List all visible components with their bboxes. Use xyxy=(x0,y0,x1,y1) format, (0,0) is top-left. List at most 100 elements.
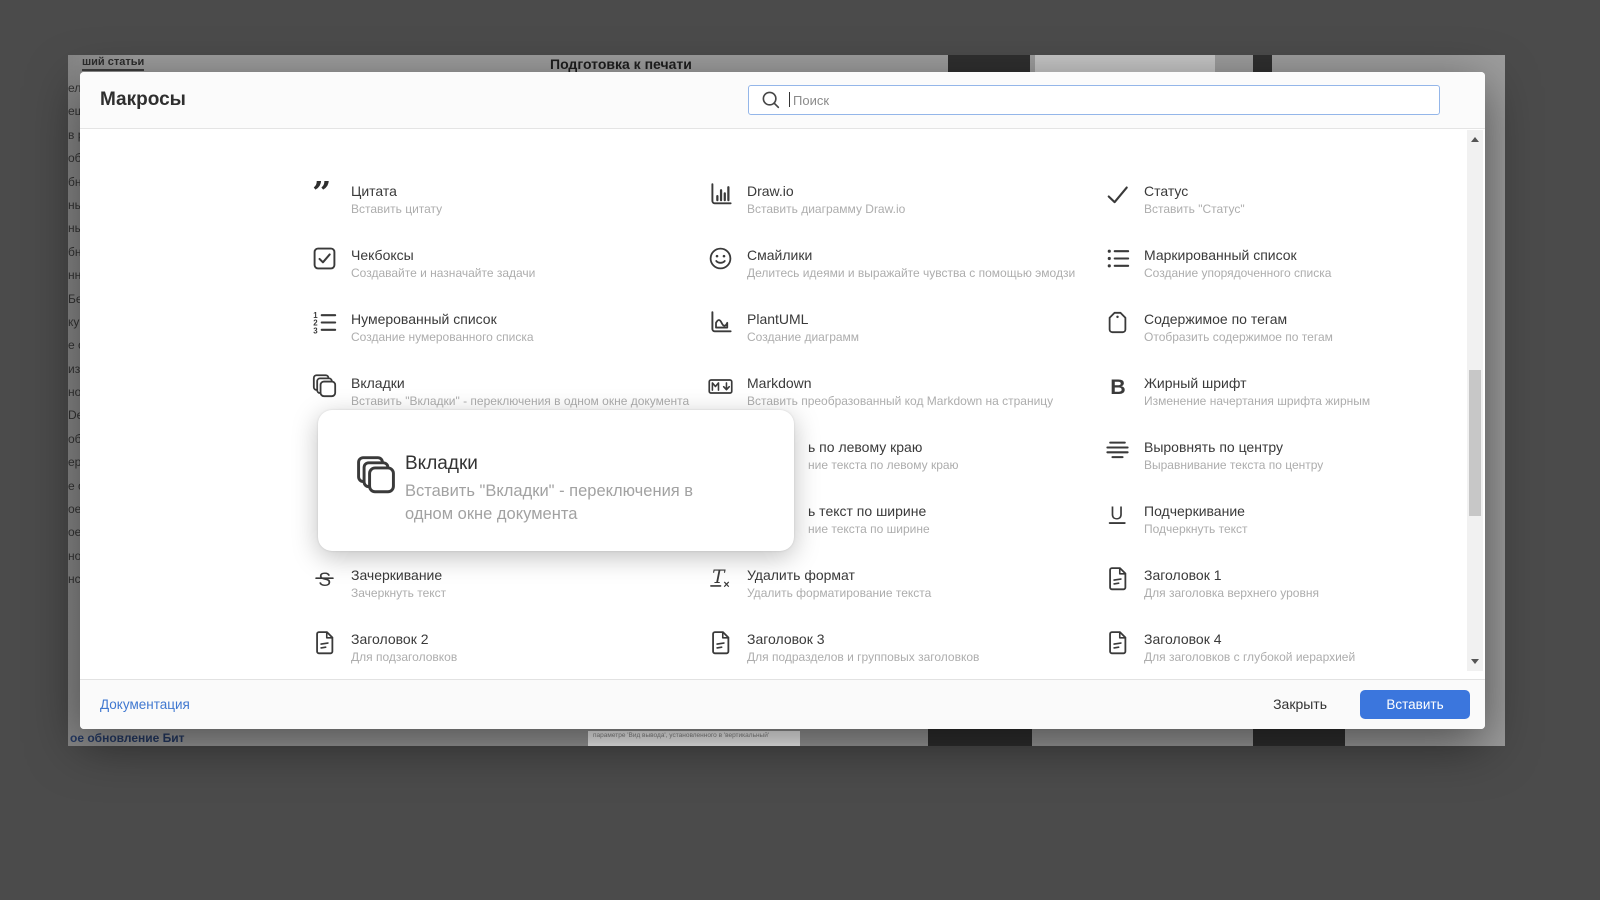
macro-item-tabs[interactable]: Вкладки Вставить "Вкладки" - переключения… xyxy=(311,373,691,409)
underline-icon: U xyxy=(1104,501,1131,528)
macro-desc: Для подзаголовков xyxy=(351,650,458,664)
svg-text:×: × xyxy=(723,579,729,591)
bullet-list-icon xyxy=(1104,245,1131,272)
insert-button[interactable]: Вставить xyxy=(1360,690,1470,719)
macro-title: Цитата xyxy=(351,183,397,199)
macro-title: Содержимое по тегам xyxy=(1144,311,1288,327)
macro-item-heading-1[interactable]: Заголовок 1 Для заголовка верхнего уровня xyxy=(1104,567,1484,601)
macro-desc: Вставить диаграмму Draw.io xyxy=(747,202,906,216)
macro-title: Вкладки xyxy=(351,375,405,391)
macro-title: Подчеркивание xyxy=(1144,503,1245,519)
macro-item-clear-format[interactable]: T × Удалить формат Удалить форматирование … xyxy=(707,567,1087,601)
scrollbar-down-arrow-icon[interactable] xyxy=(1467,653,1483,669)
backdrop-bottom-strip: ое обновление Бит параметре 'Вид вывода'… xyxy=(68,729,1505,746)
svg-text:B: B xyxy=(1110,375,1125,399)
macro-item-plantuml[interactable]: PlantUML Создание диаграмм xyxy=(707,311,1087,345)
backdrop-dark-block xyxy=(1253,55,1272,72)
tag-icon xyxy=(1104,309,1131,336)
macro-title: Нумерованный список xyxy=(351,311,497,327)
backdrop-light-block xyxy=(1035,55,1215,72)
tabs-icon xyxy=(311,373,338,400)
macro-item-markdown[interactable]: Markdown Вставить преобразованный код Mar… xyxy=(707,375,1087,409)
macro-desc: Для заголовка верхнего уровня xyxy=(1144,586,1319,600)
documentation-link[interactable]: Документация xyxy=(100,680,190,729)
backdrop-dark-block xyxy=(1253,729,1345,746)
scrollbar-thumb[interactable] xyxy=(1469,370,1481,516)
preview-title: Вкладки xyxy=(405,453,478,474)
macro-item-strikethrough[interactable]: S Зачеркивание Зачеркнуть текст xyxy=(311,567,691,601)
macro-desc: Вставить цитату xyxy=(351,202,443,216)
macro-item-content-by-tags[interactable]: Содержимое по тегам Отобразить содержимое… xyxy=(1104,311,1484,345)
macro-title: Заголовок 4 xyxy=(1144,631,1222,647)
backdrop-note-text: параметре 'Вид вывода', установленного в… xyxy=(593,732,770,739)
search-input[interactable] xyxy=(791,87,1425,113)
macro-item-checkboxes[interactable]: Чекбоксы Создавайте и назначайте задачи xyxy=(311,247,691,281)
macro-desc: Для подразделов и групповых заголовков xyxy=(747,650,980,664)
macro-item-heading-3[interactable]: Заголовок 3 Для подразделов и групповых з… xyxy=(707,631,1087,665)
checkbox-icon xyxy=(311,245,338,272)
macro-item-bold[interactable]: B Жирный шрифт Изменение начертания шрифт… xyxy=(1104,375,1484,409)
macro-title: Заголовок 2 xyxy=(351,631,429,647)
markdown-icon xyxy=(707,373,734,400)
macro-item-justify-partial[interactable]: ь текст по ширине ние текста по ширине xyxy=(808,503,930,537)
macro-item-quote[interactable]: ” Цитата Вставить цитату xyxy=(311,181,691,217)
macro-item-align-center[interactable]: Выровнять по центру Выравнивание текста п… xyxy=(1104,439,1484,473)
svg-text:U: U xyxy=(1110,504,1123,524)
backdrop-note-fragment: параметре 'Вид вывода', установленного в… xyxy=(588,731,800,746)
scrollbar-track[interactable] xyxy=(1467,130,1483,671)
bold-icon: B xyxy=(1104,373,1131,400)
macro-hover-preview: Вкладки Вставить "Вкладки" - переключени… xyxy=(318,410,794,551)
macro-item-heading-4[interactable]: Заголовок 4 Для заголовков с глубокой иер… xyxy=(1104,631,1484,665)
document-icon xyxy=(707,629,734,656)
document-icon xyxy=(311,629,338,656)
macro-desc: ние текста по ширине xyxy=(808,522,930,536)
dialog-footer: Документация Закрыть Вставить xyxy=(80,679,1485,729)
macro-item-numbered-list[interactable]: 123 Нумерованный список Создание нумерова… xyxy=(311,311,691,345)
macro-item-emoji[interactable]: Смайлики Делитесь идеями и выражайте чувс… xyxy=(707,247,1087,281)
align-center-icon xyxy=(1104,437,1131,464)
macro-title: Markdown xyxy=(747,375,812,391)
macro-item-underline[interactable]: U Подчеркивание Подчеркнуть текст xyxy=(1104,503,1484,537)
macro-title: Смайлики xyxy=(747,247,813,263)
macros-dialog: Макросы ” Цитата Вставить цитату Чекбоксы… xyxy=(80,72,1485,729)
macro-item-status[interactable]: Статус Вставить "Статус" xyxy=(1104,183,1484,217)
macro-title: Зачеркивание xyxy=(351,567,443,583)
backdrop-tab-fragment: ший статьи xyxy=(82,56,145,71)
macro-title: Draw.io xyxy=(747,183,794,199)
bar-chart-icon xyxy=(707,181,734,208)
macro-item-drawio[interactable]: Draw.io Вставить диаграмму Draw.io xyxy=(707,183,1087,217)
document-icon xyxy=(1104,629,1131,656)
area-chart-icon xyxy=(707,309,734,336)
macro-item-heading-2[interactable]: Заголовок 2 Для подзаголовков xyxy=(311,631,691,665)
macro-title: Заголовок 1 xyxy=(1144,567,1222,583)
macro-desc: Выравнивание текста по центру xyxy=(1144,458,1324,472)
macro-desc: Зачеркнуть текст xyxy=(351,586,447,600)
macro-desc: Вставить "Статус" xyxy=(1144,202,1245,216)
search-icon xyxy=(760,89,782,111)
text-caret xyxy=(789,92,790,107)
macro-desc: Подчеркнуть текст xyxy=(1144,522,1248,536)
macro-desc: Изменение начертания шрифта жирным xyxy=(1144,394,1371,408)
search-box[interactable] xyxy=(748,85,1440,115)
macro-title: ь по левому краю xyxy=(808,439,923,455)
macro-title: ь текст по ширине xyxy=(808,503,927,519)
macro-desc: Создание нумерованного списка xyxy=(351,330,534,344)
strikethrough-icon: S xyxy=(311,565,338,592)
backdrop-top-strip: ший статьи Подготовка к печати xyxy=(68,55,1505,72)
clear-format-icon: T × xyxy=(707,565,734,592)
macro-title: Чекбоксы xyxy=(351,247,414,263)
macro-title: Маркированный список xyxy=(1144,247,1297,263)
macro-desc: Создание упорядоченного списка xyxy=(1144,266,1332,280)
macro-item-align-left-partial[interactable]: ь по левому краю ние текста по левому кр… xyxy=(808,439,959,473)
macro-desc: ние текста по левому краю xyxy=(808,458,959,472)
tabs-icon xyxy=(354,454,398,498)
macro-desc: Отобразить содержимое по тегам xyxy=(1144,330,1333,344)
macro-title: Заголовок 3 xyxy=(747,631,825,647)
svg-text:S: S xyxy=(318,570,331,591)
macro-title: PlantUML xyxy=(747,311,809,327)
document-icon xyxy=(1104,565,1131,592)
scrollbar-up-arrow-icon[interactable] xyxy=(1467,132,1483,148)
close-button[interactable]: Закрыть xyxy=(1273,680,1327,729)
macro-item-bullet-list[interactable]: Маркированный список Создание упорядоченн… xyxy=(1104,247,1484,281)
macros-dialog-header: Макросы xyxy=(80,72,1485,129)
